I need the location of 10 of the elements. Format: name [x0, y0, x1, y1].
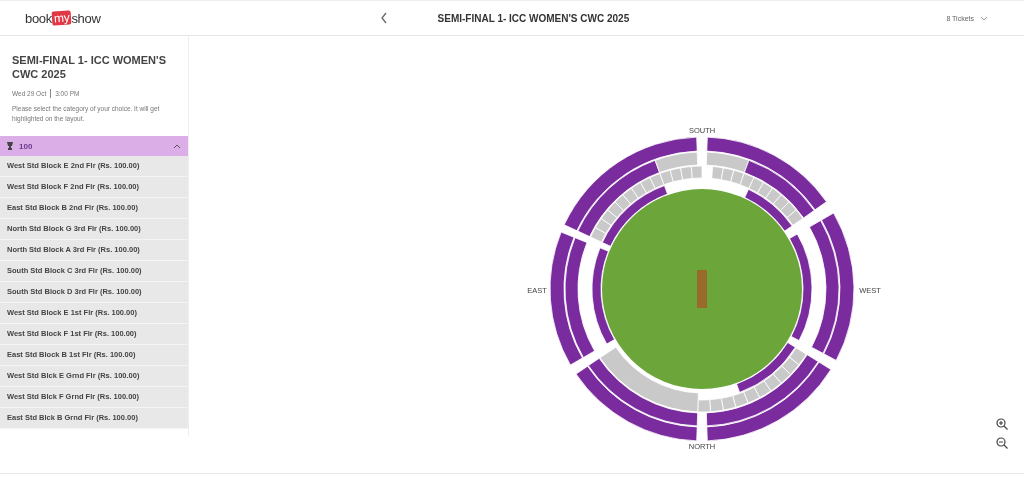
logo[interactable]: book my show — [25, 10, 101, 26]
category-header[interactable]: 100 — [0, 136, 188, 156]
event-title: SEMI-FINAL 1- ICC WOMEN'S CWC 2025 — [12, 53, 167, 81]
zoom-in-icon[interactable] — [996, 418, 1008, 430]
chevron-down-icon — [980, 15, 988, 21]
cup-icon — [7, 142, 13, 150]
zoom-out-icon[interactable] — [996, 437, 1008, 449]
chevron-icon — [173, 143, 181, 149]
event-title: SEMI-FINAL 1- ICC WOMEN'S CWC 2025 — [437, 12, 630, 24]
back-chevron-icon[interactable] — [379, 12, 388, 24]
